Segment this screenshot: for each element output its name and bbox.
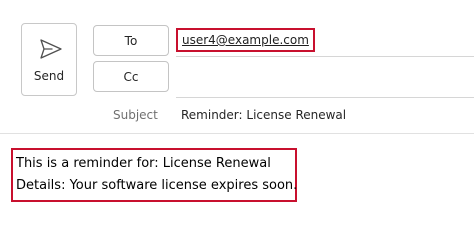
header-divider (0, 133, 474, 134)
cc-button[interactable]: Cc (93, 61, 169, 92)
subject-input[interactable]: Reminder: License Renewal (181, 108, 346, 122)
send-label: Send (33, 69, 65, 83)
subject-label: Subject (113, 108, 158, 122)
cc-field[interactable] (176, 61, 474, 98)
to-field[interactable]: user4@example.com (176, 26, 474, 57)
mail-compose-window: Send To Cc user4@example.com Subject Rem… (0, 0, 474, 243)
message-body[interactable]: This is a reminder for: License Renewal … (11, 148, 297, 202)
to-button[interactable]: To (93, 25, 169, 56)
body-line-2: Details: Your software license expires s… (16, 178, 298, 193)
body-line-1: This is a reminder for: License Renewal (16, 156, 271, 171)
to-recipient[interactable]: user4@example.com (182, 33, 309, 47)
send-icon (40, 39, 62, 59)
send-button[interactable]: Send (21, 23, 77, 96)
recipient-highlight: user4@example.com (176, 28, 315, 52)
